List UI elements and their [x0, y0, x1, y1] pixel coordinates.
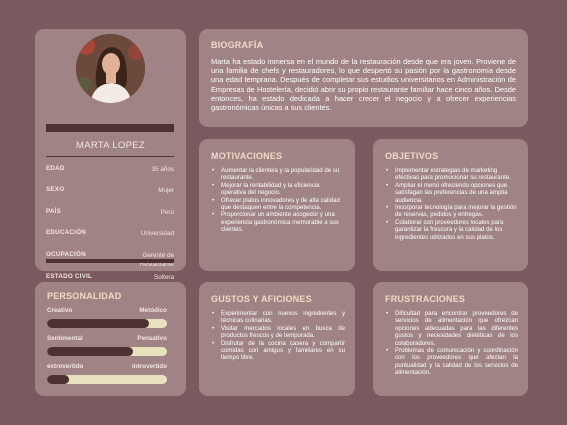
profile-bottom-bar	[46, 259, 174, 263]
avatar	[76, 34, 145, 103]
trait-slider-fill	[47, 319, 149, 328]
trait-left-label: Sentimental	[47, 335, 83, 342]
list-item: Ofrecer platos innovadores y de alta cal…	[211, 197, 345, 212]
info-label: EDUCACIÓN	[46, 229, 86, 236]
frustrations-title: FRUSTRACIONES	[385, 294, 466, 304]
info-label: OCUPACIÓN	[46, 251, 86, 258]
list-item: Incorporar tecnología para mejorar la ge…	[385, 204, 518, 219]
biography-card: BIOGRAFÍA Marta ha estado inmersa en el …	[199, 29, 528, 127]
list-item: Implementar estrategias de marketing efe…	[385, 167, 518, 182]
objectives-list: Implementar estrategias de marketing efe…	[385, 167, 518, 241]
list-item: Visitar mercados locales en busca de pro…	[211, 325, 345, 340]
info-value: Soltera	[154, 274, 174, 281]
trait-slider-fill	[47, 375, 69, 384]
trait-slider-track	[47, 347, 167, 356]
trait-slider-fill	[47, 347, 134, 356]
hobbies-card: GUSTOS Y AFICIONES Experimentar con nuev…	[199, 282, 355, 396]
info-label: PAÍS	[46, 208, 62, 215]
profile-card: MARTA LOPEZ EDAD 35 años SEXO Mujer PAÍS…	[35, 29, 186, 281]
list-item: Mejorar la rentabilidad y la eficiencia …	[211, 182, 345, 197]
biography-title: BIOGRAFÍA	[211, 40, 264, 50]
motivations-list: Aumentar la clientela y la popularidad d…	[211, 167, 345, 234]
hobbies-title: GUSTOS Y AFICIONES	[211, 294, 312, 304]
info-value: Perú	[160, 209, 174, 216]
info-value: 35 años	[151, 166, 174, 173]
frustrations-list: Dificultad para encontrar proveedores de…	[385, 310, 518, 377]
list-item: Aumentar la clientela y la popularidad d…	[211, 167, 345, 182]
list-item: Problemas de comunicación y coordinación…	[385, 347, 518, 377]
info-value: Mujer	[158, 187, 174, 194]
trait-slider-track	[47, 319, 167, 328]
info-label: ESTADO CIVIL	[46, 273, 93, 280]
name-bar	[46, 124, 174, 132]
trait-left-label: Creativo	[47, 307, 73, 314]
objectives-title: OBJETIVOS	[385, 151, 439, 161]
list-item: Experimentar con nuevos ingredientes y t…	[211, 310, 345, 325]
biography-text: Marta ha estado inmersa en el mundo de l…	[211, 57, 516, 113]
frustrations-card: FRUSTRACIONES Dificultad para encontrar …	[373, 282, 528, 396]
divider	[46, 156, 174, 157]
avatar-photo	[76, 34, 145, 103]
personality-card: PERSONALIDAD Creativo Metódico Sentiment…	[35, 282, 186, 396]
trait-left-label: extrovertido	[47, 363, 84, 370]
info-value: Universidad	[140, 230, 174, 237]
info-label: SEXO	[46, 186, 65, 193]
trait-right-label: Metódico	[139, 307, 167, 314]
profile-name: MARTA LOPEZ	[76, 140, 145, 151]
hobbies-list: Experimentar con nuevos ingredientes y t…	[211, 310, 345, 362]
list-item: Dificultad para encontrar proveedores de…	[385, 310, 518, 347]
trait-right-label: introvertido	[132, 363, 167, 370]
info-label: EDAD	[46, 165, 65, 172]
list-item: Ampliar el menú ofreciendo opciones que …	[385, 182, 518, 204]
objectives-card: OBJETIVOS Implementar estrategias de mar…	[373, 139, 528, 271]
motivations-card: MOTIVACIONES Aumentar la clientela y la …	[199, 139, 355, 271]
trait-slider-track	[47, 375, 167, 384]
personality-title: PERSONALIDAD	[47, 291, 122, 301]
list-item: Proporcionar un ambiente acogedor y una …	[211, 211, 345, 233]
list-item: Disfrutar de la cocina casera y comparti…	[211, 340, 345, 362]
trait-right-label: Pensativo	[137, 335, 167, 342]
motivations-title: MOTIVACIONES	[211, 151, 283, 161]
list-item: Colaborar con proveedores locales para g…	[385, 219, 518, 241]
